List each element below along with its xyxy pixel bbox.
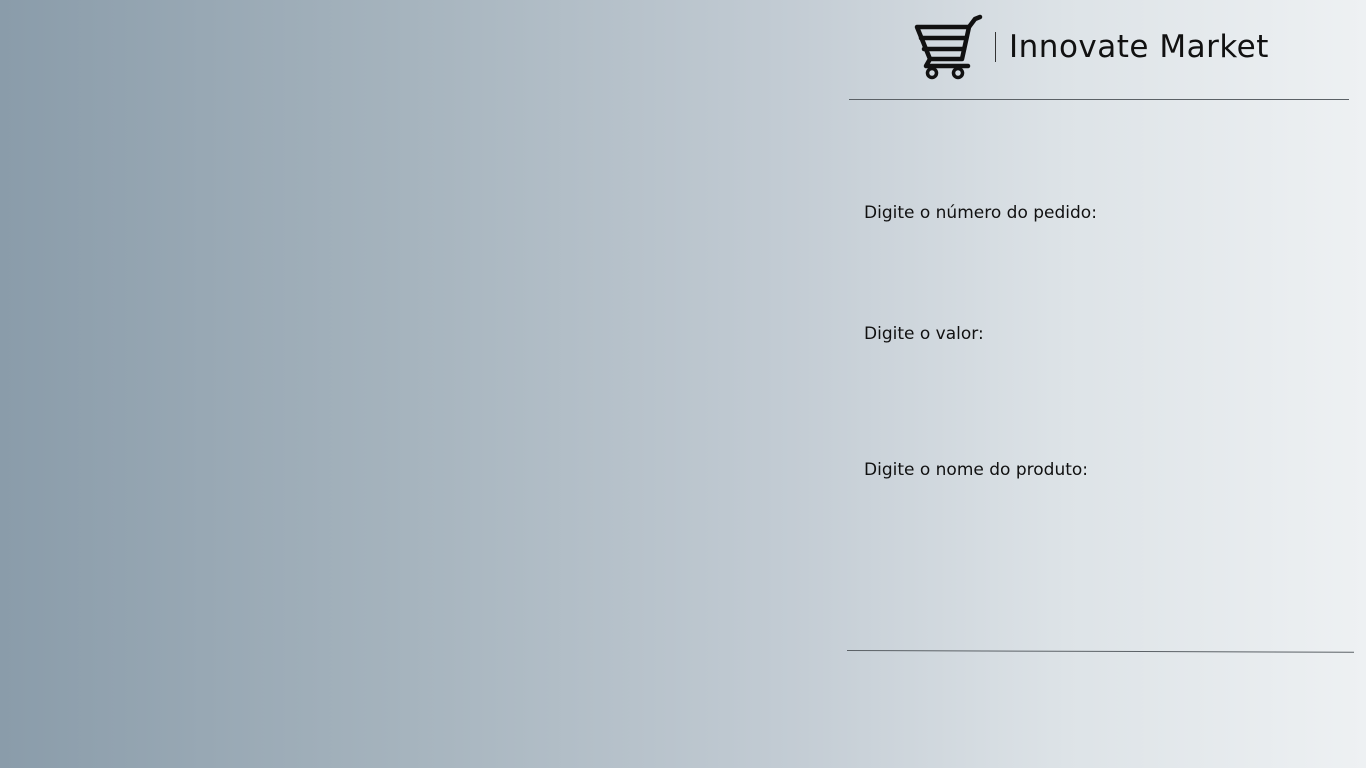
order-number-label: Digite o número do pedido:: [864, 203, 1097, 223]
bottom-divider: [846, 650, 1354, 653]
value-label: Digite o valor:: [864, 324, 984, 344]
brand-name: Innovate Market: [1009, 29, 1269, 65]
brand-separator: [995, 32, 996, 62]
product-name-label: Digite o nome do produto:: [864, 460, 1089, 480]
top-divider: [849, 99, 1349, 100]
brand-header: Innovate Market: [913, 14, 1269, 80]
shopping-cart-icon: [914, 14, 983, 80]
